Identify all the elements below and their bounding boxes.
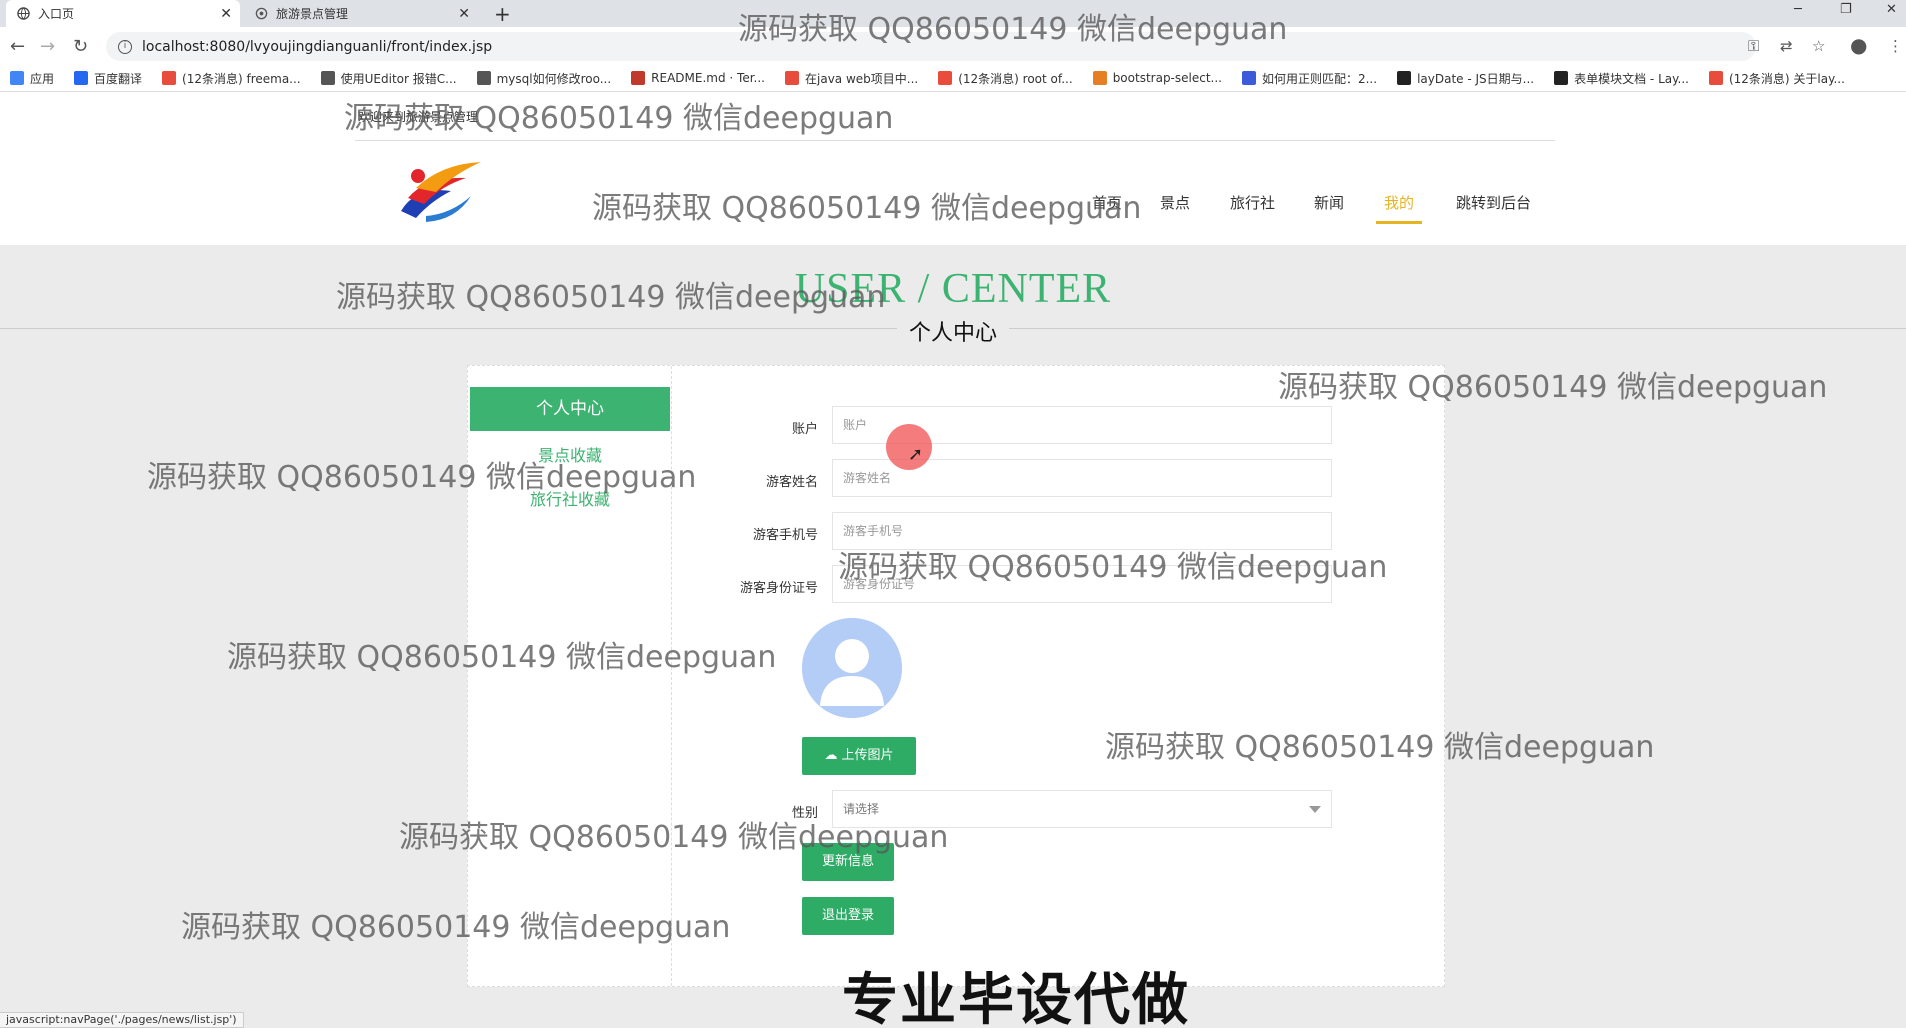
nav-item[interactable]: 景点 (1160, 192, 1190, 213)
banner-title: USER / CENTER (794, 266, 1112, 312)
profile-icon[interactable]: ● (1850, 33, 1867, 57)
nav-item[interactable]: 跳转到后台 (1456, 192, 1531, 213)
bookmark-item[interactable]: mysql如何修改roo... (476, 70, 612, 87)
bookmark-favicon-icon (1708, 71, 1723, 85)
bookmark-favicon-icon (74, 71, 89, 85)
banner-subtitle-text: 个人中心 (896, 321, 1009, 346)
bookmark-item[interactable]: 百度翻译 (74, 70, 142, 87)
bookmark-item[interactable]: layDate - JS日期与... (1397, 70, 1534, 87)
phone-label: 游客手机号 (752, 528, 818, 543)
bookmark-favicon-icon (1397, 71, 1412, 85)
bookmark-favicon-icon (162, 71, 177, 85)
banner-subtitle: 个人中心 (0, 315, 1906, 347)
bookmark-label: layDate - JS日期与... (1417, 71, 1535, 86)
bookmark-favicon-icon (631, 71, 646, 85)
name-label: 游客姓名 (765, 475, 818, 490)
watermark: 源码获取 QQ86050149 微信deepguan (181, 910, 731, 945)
reload-icon[interactable]: ↻ (73, 36, 88, 57)
bookmark-item[interactable]: bootstrap-select... (1092, 71, 1222, 85)
bookmark-item[interactable]: 在java web项目中... (785, 70, 918, 87)
star-icon[interactable]: ☆ (1812, 37, 1825, 55)
idcard-label: 游客身份证号 (739, 581, 818, 596)
bookmark-label: 应用 (30, 71, 55, 86)
watermark: 源码获取 QQ86050149 微信deepguan (1278, 370, 1828, 405)
settings-icon (254, 7, 268, 21)
watermark: 源码获取 QQ86050149 微信deepguan (1105, 730, 1655, 765)
bookmark-item[interactable]: 如何用正则匹配：2... (1241, 70, 1378, 87)
watermark: 源码获取 QQ86050149 微信deepguan (336, 280, 886, 315)
bookmark-item[interactable]: (12条消息) 关于lay... (1708, 70, 1845, 87)
nav-item[interactable]: 新闻 (1314, 192, 1344, 213)
bookmark-label: 表单模块文档 - Lay... (1574, 71, 1689, 86)
caption-overlay: 专业毕设代做 (842, 968, 1190, 1028)
window-close-icon[interactable]: ✕ (1886, 2, 1897, 17)
close-icon[interactable]: ✕ (220, 6, 232, 22)
nav-item[interactable]: 旅行社 (1230, 192, 1275, 213)
bookmark-favicon-icon (320, 71, 335, 85)
nav-item[interactable]: 我的 (1376, 192, 1423, 224)
restore-icon[interactable]: ❐ (1840, 2, 1852, 17)
avatar (802, 618, 902, 718)
bookmark-favicon-icon (785, 71, 799, 85)
upload-label: 上传图片 (841, 748, 894, 763)
forward-icon[interactable]: → (40, 36, 55, 57)
bookmark-label: (12条消息) 关于lay... (1728, 71, 1845, 86)
watermark: 源码获取 QQ86050149 微信deepguan (147, 460, 697, 495)
bookmark-apps[interactable]: 应用 (10, 70, 54, 87)
globe-icon (16, 7, 30, 21)
sidebar-item-user-center[interactable]: 个人中心 (470, 387, 670, 431)
browser-tab-home[interactable]: 入口页 ✕ (6, 0, 240, 27)
new-tab-icon[interactable]: + (494, 2, 511, 26)
bookmarks-bar: 应用 百度翻译 (12条消息) freema... 使用UEditor 报错C... m… (0, 65, 1906, 92)
status-bar: javascript:navPage('./pages/news/list.js… (0, 1012, 244, 1028)
page-banner: USER / CENTER 个人中心 (0, 245, 1906, 346)
upload-image-button[interactable]: ☁ 上传图片 (802, 737, 916, 775)
bookmark-item[interactable]: 使用UEditor 报错C... (320, 70, 457, 87)
bookmark-favicon-icon (938, 71, 953, 85)
mouse-cursor-icon: ➚ (908, 444, 924, 465)
bookmark-label: 在java web项目中... (805, 71, 919, 86)
cloud-upload-icon: ☁ (824, 748, 838, 763)
chevron-down-icon (1309, 806, 1321, 813)
divider (355, 140, 1555, 141)
key-icon[interactable]: ⚿ (1748, 37, 1759, 55)
translate-icon[interactable]: ⇄ (1780, 37, 1793, 55)
bookmark-item[interactable]: (12条消息) root of... (938, 70, 1073, 87)
watermark: 源码获取 QQ86050149 微信deepguan (399, 820, 949, 855)
bookmark-item[interactable]: 表单模块文档 - Lay... (1554, 70, 1689, 87)
bookmark-favicon-icon (1554, 71, 1569, 85)
apps-grid-icon (10, 71, 24, 85)
watermark: 源码获取 QQ86050149 微信deepguan (738, 12, 1288, 47)
minimize-icon[interactable]: ─ (1794, 2, 1802, 17)
bookmark-label: README.md · Ter... (651, 71, 765, 85)
close-icon[interactable]: ✕ (458, 6, 470, 22)
bookmark-favicon-icon (1092, 71, 1107, 85)
watermark: 源码获取 QQ86050149 微信deepguan (838, 550, 1388, 585)
bookmark-label: 使用UEditor 报错C... (340, 71, 457, 86)
watermark: 源码获取 QQ86050149 微信deepguan (344, 101, 894, 136)
logout-button[interactable]: 退出登录 (802, 897, 894, 935)
account-label: 账户 (791, 422, 818, 437)
watermark: 源码获取 QQ86050149 微信deepguan (227, 640, 777, 675)
tab-title: 入口页 (38, 7, 75, 21)
bookmark-favicon-icon (476, 71, 491, 85)
bookmark-item[interactable]: (12条消息) freema... (162, 70, 301, 87)
back-icon[interactable]: ← (10, 36, 25, 57)
bookmark-label: (12条消息) freema... (182, 71, 301, 86)
browser-tab-admin[interactable]: 旅游景点管理 ✕ (244, 0, 478, 27)
menu-icon[interactable]: ⋮ (1888, 37, 1903, 55)
bookmark-label: bootstrap-select... (1112, 71, 1222, 85)
tab-title: 旅游景点管理 (276, 7, 349, 21)
bookmark-label: (12条消息) root of... (958, 71, 1073, 86)
bookmark-label: mysql如何修改roo... (496, 71, 612, 86)
watermark: 源码获取 QQ86050149 微信deepguan (592, 191, 1142, 226)
bookmark-favicon-icon (1241, 71, 1256, 85)
bookmark-label: 如何用正则匹配：2... (1261, 71, 1378, 86)
bookmark-item[interactable]: README.md · Ter... (631, 71, 765, 85)
site-logo[interactable] (396, 156, 486, 226)
info-icon[interactable]: i (118, 39, 132, 54)
bookmark-label: 百度翻译 (94, 71, 143, 86)
url-text: localhost:8080/lvyoujingdianguanli/front… (142, 38, 493, 55)
